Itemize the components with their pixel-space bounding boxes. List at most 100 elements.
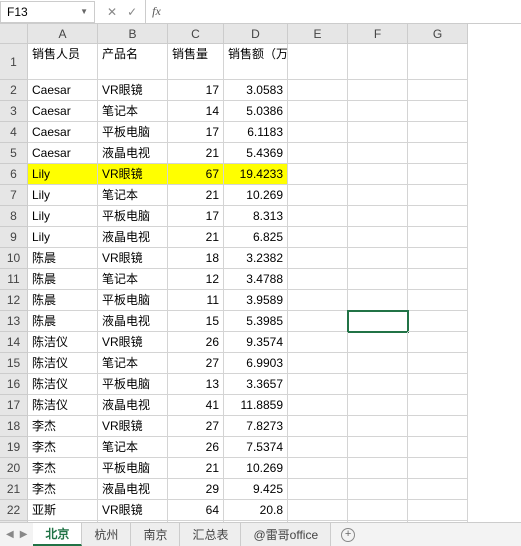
cell-F22[interactable] [348, 500, 408, 521]
cell-B12[interactable]: 平板电脑 [98, 290, 168, 311]
row-header-11[interactable]: 11 [0, 269, 28, 290]
cell-G22[interactable] [408, 500, 468, 521]
cell-D22[interactable]: 20.8 [224, 500, 288, 521]
nav-prev-icon[interactable]: ◀ [6, 529, 14, 540]
cell-E16[interactable] [288, 374, 348, 395]
cell-E11[interactable] [288, 269, 348, 290]
cell-D15[interactable]: 6.9903 [224, 353, 288, 374]
cell-G4[interactable] [408, 122, 468, 143]
cell-A17[interactable]: 陈洁仪 [28, 395, 98, 416]
cell-G21[interactable] [408, 479, 468, 500]
cell-E3[interactable] [288, 101, 348, 122]
cell-C22[interactable]: 64 [168, 500, 224, 521]
cell-C18[interactable]: 27 [168, 416, 224, 437]
cell-D19[interactable]: 7.5374 [224, 437, 288, 458]
row-header-3[interactable]: 3 [0, 101, 28, 122]
col-header-G[interactable]: G [408, 24, 468, 44]
cell-B16[interactable]: 平板电脑 [98, 374, 168, 395]
select-all-corner[interactable] [0, 24, 28, 44]
cell-F14[interactable] [348, 332, 408, 353]
cell-F8[interactable] [348, 206, 408, 227]
header-salesperson[interactable]: 销售人员 [28, 44, 98, 80]
cell-E15[interactable] [288, 353, 348, 374]
cell-F16[interactable] [348, 374, 408, 395]
cell-F17[interactable] [348, 395, 408, 416]
cell-A13[interactable]: 陈晨 [28, 311, 98, 332]
cell-A8[interactable]: Lily [28, 206, 98, 227]
cell-B15[interactable]: 笔记本 [98, 353, 168, 374]
cell-F12[interactable] [348, 290, 408, 311]
cell-F10[interactable] [348, 248, 408, 269]
cell-B17[interactable]: 液晶电视 [98, 395, 168, 416]
row-header-9[interactable]: 9 [0, 227, 28, 248]
sheet-tab-2[interactable]: 南京 [131, 523, 180, 546]
cell-G15[interactable] [408, 353, 468, 374]
cell-D4[interactable]: 6.1183 [224, 122, 288, 143]
cell-D6[interactable]: 19.4233 [224, 164, 288, 185]
cell-A9[interactable]: Lily [28, 227, 98, 248]
sheet-tab-1[interactable]: 杭州 [82, 523, 131, 546]
cell-E8[interactable] [288, 206, 348, 227]
fx-icon[interactable]: fx [146, 4, 167, 19]
col-header-E[interactable]: E [288, 24, 348, 44]
row-header-15[interactable]: 15 [0, 353, 28, 374]
cell-D20[interactable]: 10.269 [224, 458, 288, 479]
cell-E9[interactable] [288, 227, 348, 248]
cell-A14[interactable]: 陈洁仪 [28, 332, 98, 353]
cell-E10[interactable] [288, 248, 348, 269]
row-header-14[interactable]: 14 [0, 332, 28, 353]
sheet-tab-4[interactable]: @雷哥office [241, 523, 331, 546]
row-header-22[interactable]: 22 [0, 500, 28, 521]
cell-A19[interactable]: 李杰 [28, 437, 98, 458]
cell-E12[interactable] [288, 290, 348, 311]
cancel-icon[interactable]: ✕ [107, 5, 117, 19]
row-header-12[interactable]: 12 [0, 290, 28, 311]
cell-F7[interactable] [348, 185, 408, 206]
row-header-20[interactable]: 20 [0, 458, 28, 479]
cell-F2[interactable] [348, 80, 408, 101]
cell-A4[interactable]: Caesar [28, 122, 98, 143]
cell-E1[interactable] [288, 44, 348, 80]
row-header-17[interactable]: 17 [0, 395, 28, 416]
cell-G20[interactable] [408, 458, 468, 479]
cell-E6[interactable] [288, 164, 348, 185]
cell-C2[interactable]: 17 [168, 80, 224, 101]
cell-A20[interactable]: 李杰 [28, 458, 98, 479]
cell-B4[interactable]: 平板电脑 [98, 122, 168, 143]
cell-D3[interactable]: 5.0386 [224, 101, 288, 122]
cell-G9[interactable] [408, 227, 468, 248]
cell-D16[interactable]: 3.3657 [224, 374, 288, 395]
cell-F6[interactable] [348, 164, 408, 185]
cell-A5[interactable]: Caesar [28, 143, 98, 164]
cell-C19[interactable]: 26 [168, 437, 224, 458]
nav-next-icon[interactable]: ▶ [20, 529, 28, 540]
cell-C10[interactable]: 18 [168, 248, 224, 269]
sheet-tab-3[interactable]: 汇总表 [180, 523, 241, 546]
cell-E7[interactable] [288, 185, 348, 206]
cell-A15[interactable]: 陈洁仪 [28, 353, 98, 374]
cell-A3[interactable]: Caesar [28, 101, 98, 122]
row-header-8[interactable]: 8 [0, 206, 28, 227]
cell-F13[interactable] [348, 311, 408, 332]
cell-G18[interactable] [408, 416, 468, 437]
cell-B5[interactable]: 液晶电视 [98, 143, 168, 164]
cell-B13[interactable]: 液晶电视 [98, 311, 168, 332]
cell-A10[interactable]: 陈晨 [28, 248, 98, 269]
cell-B19[interactable]: 笔记本 [98, 437, 168, 458]
row-header-1[interactable]: 1 [0, 44, 28, 80]
add-sheet-button[interactable]: + [331, 523, 365, 546]
cell-B18[interactable]: VR眼镜 [98, 416, 168, 437]
header-qty[interactable]: 销售量 [168, 44, 224, 80]
cell-E14[interactable] [288, 332, 348, 353]
cell-G2[interactable] [408, 80, 468, 101]
cell-F1[interactable] [348, 44, 408, 80]
cell-C20[interactable]: 21 [168, 458, 224, 479]
cell-D9[interactable]: 6.825 [224, 227, 288, 248]
cell-C16[interactable]: 13 [168, 374, 224, 395]
cell-B9[interactable]: 液晶电视 [98, 227, 168, 248]
cell-C15[interactable]: 27 [168, 353, 224, 374]
cell-E18[interactable] [288, 416, 348, 437]
cell-G10[interactable] [408, 248, 468, 269]
row-header-4[interactable]: 4 [0, 122, 28, 143]
cell-F4[interactable] [348, 122, 408, 143]
